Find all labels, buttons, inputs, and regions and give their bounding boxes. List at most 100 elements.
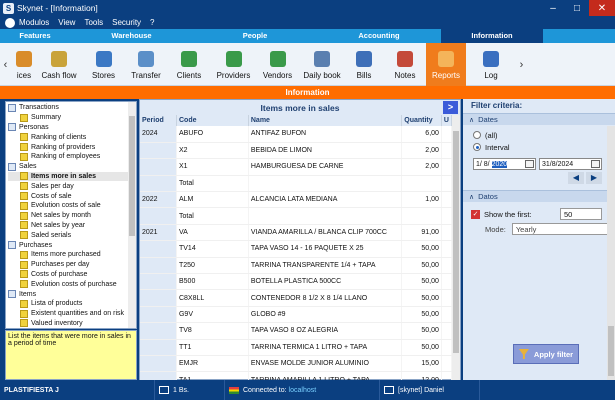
table-row[interactable]: 2022 ALM ALCANCIA LATA MEDIANA 1,00: [140, 191, 453, 209]
tree-item-transactions[interactable]: Transactions: [8, 103, 136, 113]
table-row[interactable]: 2024 ABUFO ANTIFAZ BUFON 6,00: [140, 126, 453, 143]
radio-interval[interactable]: Interval: [463, 141, 615, 153]
tree-item-valued-inventory[interactable]: Valued inventory: [8, 319, 136, 328]
table-row[interactable]: T250 TARRINA TRANSPARENTE 1/4 + TAPA 50,00: [140, 257, 453, 275]
tree-item-ranking-of-employees[interactable]: Ranking of employees: [8, 152, 136, 162]
toolbar-notes-button[interactable]: Notes: [384, 43, 426, 86]
close-button[interactable]: ✕: [589, 0, 615, 16]
tree-item-evolution-costs-of-purchase[interactable]: Evolution costs of purchase: [8, 279, 136, 289]
tree-item-net-sales-by-year[interactable]: Net sales by year: [8, 221, 136, 231]
group-information[interactable]: Information: [441, 29, 543, 43]
table-row[interactable]: TV8 TAPA VASO 8 OZ ALEGRIA 50,00: [140, 322, 453, 340]
tree-item-sales[interactable]: Sales: [8, 162, 136, 172]
tree-item-label: Lista of products: [31, 300, 83, 308]
table-row[interactable]: X1 HAMBURGUESA DE CARNE 2,00: [140, 158, 453, 176]
group-accounting[interactable]: Accounting: [317, 29, 441, 43]
datos-section[interactable]: ∧ Datos: [463, 190, 615, 202]
transfer-icon: [138, 51, 154, 67]
tree-item-purchases[interactable]: Purchases: [8, 240, 136, 250]
group-warehouse[interactable]: Warehouse: [70, 29, 193, 43]
tree-item-items-more-in-sales[interactable]: Items more in sales: [8, 171, 136, 182]
table-row[interactable]: Total: [140, 175, 453, 193]
tree-item-personas[interactable]: Personas: [8, 123, 136, 133]
table-cell: 50,00: [401, 306, 442, 324]
toolbar-ices-button[interactable]: ices: [11, 43, 37, 86]
menu-help[interactable]: ?: [150, 18, 154, 27]
scroll-right-icon[interactable]: ›: [516, 43, 527, 86]
toolbar-log-button[interactable]: Log: [466, 43, 516, 86]
table-row[interactable]: TV14 TAPA VASO 14 - 16 PAQUETE X 25 50,00: [140, 240, 453, 258]
tree-item-sales-per-day[interactable]: Sales per day: [8, 181, 136, 191]
tree-item-items[interactable]: Items: [8, 289, 136, 299]
group-people[interactable]: People: [193, 29, 317, 43]
app-menu-icon[interactable]: [5, 17, 15, 28]
tree-item-costs-of-purchase[interactable]: Costs of purchase: [8, 270, 136, 280]
table-row[interactable]: G9V GLOBO #9 50,00: [140, 306, 453, 324]
menu-tools[interactable]: Tools: [84, 18, 103, 27]
tree-item-net-sales-by-month[interactable]: Net sales by month: [8, 211, 136, 221]
toolbar-daily-book-button[interactable]: Daily book: [300, 43, 344, 86]
tree-item-items-more-purchased[interactable]: Items more purchased: [8, 250, 136, 260]
table-row[interactable]: Total: [140, 207, 453, 225]
column-header-name[interactable]: Name: [248, 115, 403, 126]
toolbar-cash-flow-button[interactable]: Cash flow: [37, 43, 81, 86]
column-header-quantity[interactable]: Quantity: [401, 115, 442, 126]
toolbar-providers-button[interactable]: Providers: [212, 43, 255, 86]
report-icon: [20, 211, 28, 220]
collapse-button[interactable]: >: [443, 101, 458, 114]
group-features[interactable]: Features: [0, 29, 70, 43]
criteria-scrollbar[interactable]: [607, 126, 615, 380]
report-icon: [20, 143, 28, 152]
menu-modulos[interactable]: Modulos: [19, 18, 49, 27]
maximize-button[interactable]: □: [565, 0, 589, 16]
table-row[interactable]: TT1 TARRINA TERMICA 1 LITRO + TAPA 50,00: [140, 339, 453, 356]
table-row[interactable]: EMJR ENVASE MOLDE JUNIOR ALUMINIO 15,00: [140, 355, 453, 373]
radio-all[interactable]: (all): [463, 129, 615, 141]
apply-filter-button[interactable]: Apply filter: [513, 344, 579, 364]
tree-scrollbar[interactable]: [128, 102, 136, 328]
toolbar-clients-button[interactable]: Clients: [166, 43, 212, 86]
mode-select[interactable]: Yearly▼: [511, 223, 615, 235]
tree-item-purchases-per-day[interactable]: Purchases per day: [8, 260, 136, 270]
calendar-icon[interactable]: [591, 160, 600, 168]
show-first-input[interactable]: 50: [560, 208, 602, 220]
menu-view[interactable]: View: [58, 18, 75, 27]
tree-item-evolution-costs-of-sale[interactable]: Evolution costs of sale: [8, 201, 136, 211]
table-row[interactable]: 2021 VA VIANDA AMARILLA / BLANCA CLIP 700C…: [140, 224, 453, 242]
tree-item-costs-of-sale[interactable]: Costs of sale: [8, 191, 136, 201]
bills-icon: [356, 51, 372, 67]
scroll-left-icon[interactable]: ‹: [0, 43, 11, 86]
minimize-button[interactable]: –: [541, 0, 565, 16]
table-scrollbar[interactable]: [452, 115, 460, 381]
table-row[interactable]: X2 BEBIDA DE LIMON 2,00: [140, 142, 453, 160]
menu-security[interactable]: Security: [112, 18, 141, 27]
column-header-code[interactable]: Code: [176, 115, 249, 126]
tree-item-existent-quantities-and-on-risk[interactable]: Existent quantities and on risk: [8, 309, 136, 319]
show-first-checkbox[interactable]: ✓ Show the first: 50: [463, 206, 615, 222]
toolbar-stores-button[interactable]: Stores: [81, 43, 126, 86]
tree-item-summary[interactable]: Summary: [8, 113, 136, 123]
tree-item-saled-serials[interactable]: Saled serials: [8, 230, 136, 240]
calendar-icon[interactable]: [525, 160, 534, 168]
report-tree: Transactions Summary Personas Ranking of cl…: [5, 101, 137, 329]
tree-item-ranking-of-providers[interactable]: Ranking of providers: [8, 142, 136, 152]
toolbar-reports-button[interactable]: Reports: [426, 43, 466, 86]
next-period-button[interactable]: ▶: [586, 172, 602, 184]
tree-item-label: Purchases: [19, 241, 53, 249]
toolbar-vendors-button[interactable]: Vendors: [255, 43, 300, 86]
column-header-period[interactable]: Period: [140, 115, 177, 126]
date-to-field[interactable]: 31/8/2024: [539, 158, 602, 170]
table-cell: [441, 207, 453, 225]
table-row[interactable]: B500 BOTELLA PLASTICA 500CC 50,00: [140, 273, 453, 291]
column-header-u[interactable]: U: [441, 115, 453, 126]
toolbar-bills-button[interactable]: Bills: [344, 43, 384, 86]
table-row[interactable]: C8X8LL CONTENEDOR 8 1/2 X 8 1/4 LLANO 50,0…: [140, 289, 453, 307]
tree-item-label: Ranking of clients: [31, 133, 87, 141]
prev-period-button[interactable]: ◀: [568, 172, 584, 184]
dates-section[interactable]: ∧ Dates: [463, 113, 615, 125]
tree-item-ranking-of-clients[interactable]: Ranking of clients: [8, 132, 136, 142]
tree-item-lista-of-products[interactable]: Lista of products: [8, 299, 136, 309]
toolbar-transfer-button[interactable]: Transfer: [126, 43, 166, 86]
date-from-field[interactable]: 1/ 8/2020: [473, 158, 536, 170]
status-bar: PLASTIFIESTA J 1 Bs. Connected to: local…: [0, 380, 615, 400]
